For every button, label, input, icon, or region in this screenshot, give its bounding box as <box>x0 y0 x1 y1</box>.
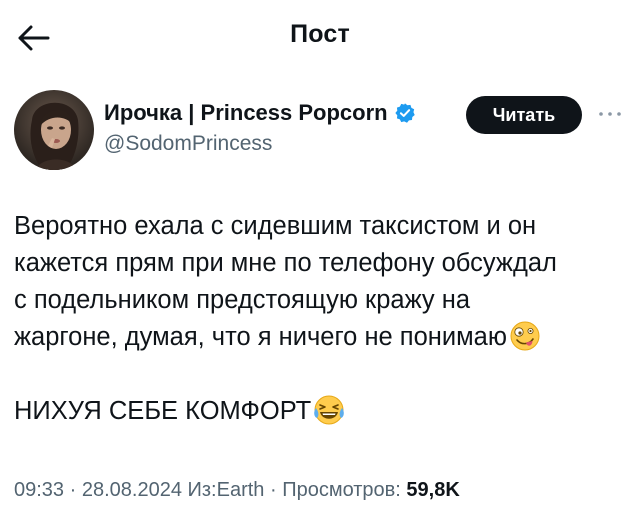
meta-separator: · <box>64 479 82 501</box>
tweet-source: Earth <box>216 479 265 501</box>
post-header: Пост <box>0 0 640 80</box>
tweet-meta: 09:33 · 28.08.2024 Из:Earth · Просмотров… <box>14 479 460 502</box>
avatar[interactable] <box>14 90 94 170</box>
tweet-date[interactable]: 28.08.2024 <box>82 479 182 501</box>
source-prefix: Из: <box>181 479 217 501</box>
tweet-line: кажется прям при мне по телефону обсужда… <box>14 249 557 277</box>
author-display-name[interactable]: Ирочка | Princess Popcorn <box>104 100 388 126</box>
page-title: Пост <box>290 20 350 48</box>
tweet-paragraph-2: НИХУЯ СЕБЕ КОМФОРТ <box>14 393 345 430</box>
tweet-shout-text: НИХУЯ СЕБЕ КОМФОРТ <box>14 397 312 425</box>
tweet-line: Вероятно ехала с сидевшим таксистом и он <box>14 212 537 240</box>
more-options-button[interactable] <box>595 104 625 124</box>
meta-separator: · <box>264 479 283 501</box>
laughing-tears-emoji-icon <box>313 394 345 426</box>
author-name-row: Ирочка | Princess Popcorn <box>104 100 416 126</box>
tweet-time[interactable]: 09:33 <box>14 479 64 501</box>
tweet-text: Вероятно ехала с сидевшим таксистом и он… <box>14 208 634 356</box>
author-handle[interactable]: @SodomPrincess <box>104 132 272 156</box>
views-label: Просмотров: <box>282 479 407 501</box>
more-dots-icon <box>599 112 621 116</box>
views-count[interactable]: 59,8K <box>406 479 459 501</box>
tweet-line: жаргоне, думая, что я ничего не понимаю <box>14 323 507 351</box>
zany-face-emoji-icon <box>509 320 541 352</box>
verified-badge-icon <box>394 102 416 124</box>
follow-button[interactable]: Читать <box>466 96 582 134</box>
tweet-line: с подельником предстоящую кражу на <box>14 286 471 314</box>
tweet-line-last: жаргоне, думая, что я ничего не понимаю <box>14 319 634 356</box>
